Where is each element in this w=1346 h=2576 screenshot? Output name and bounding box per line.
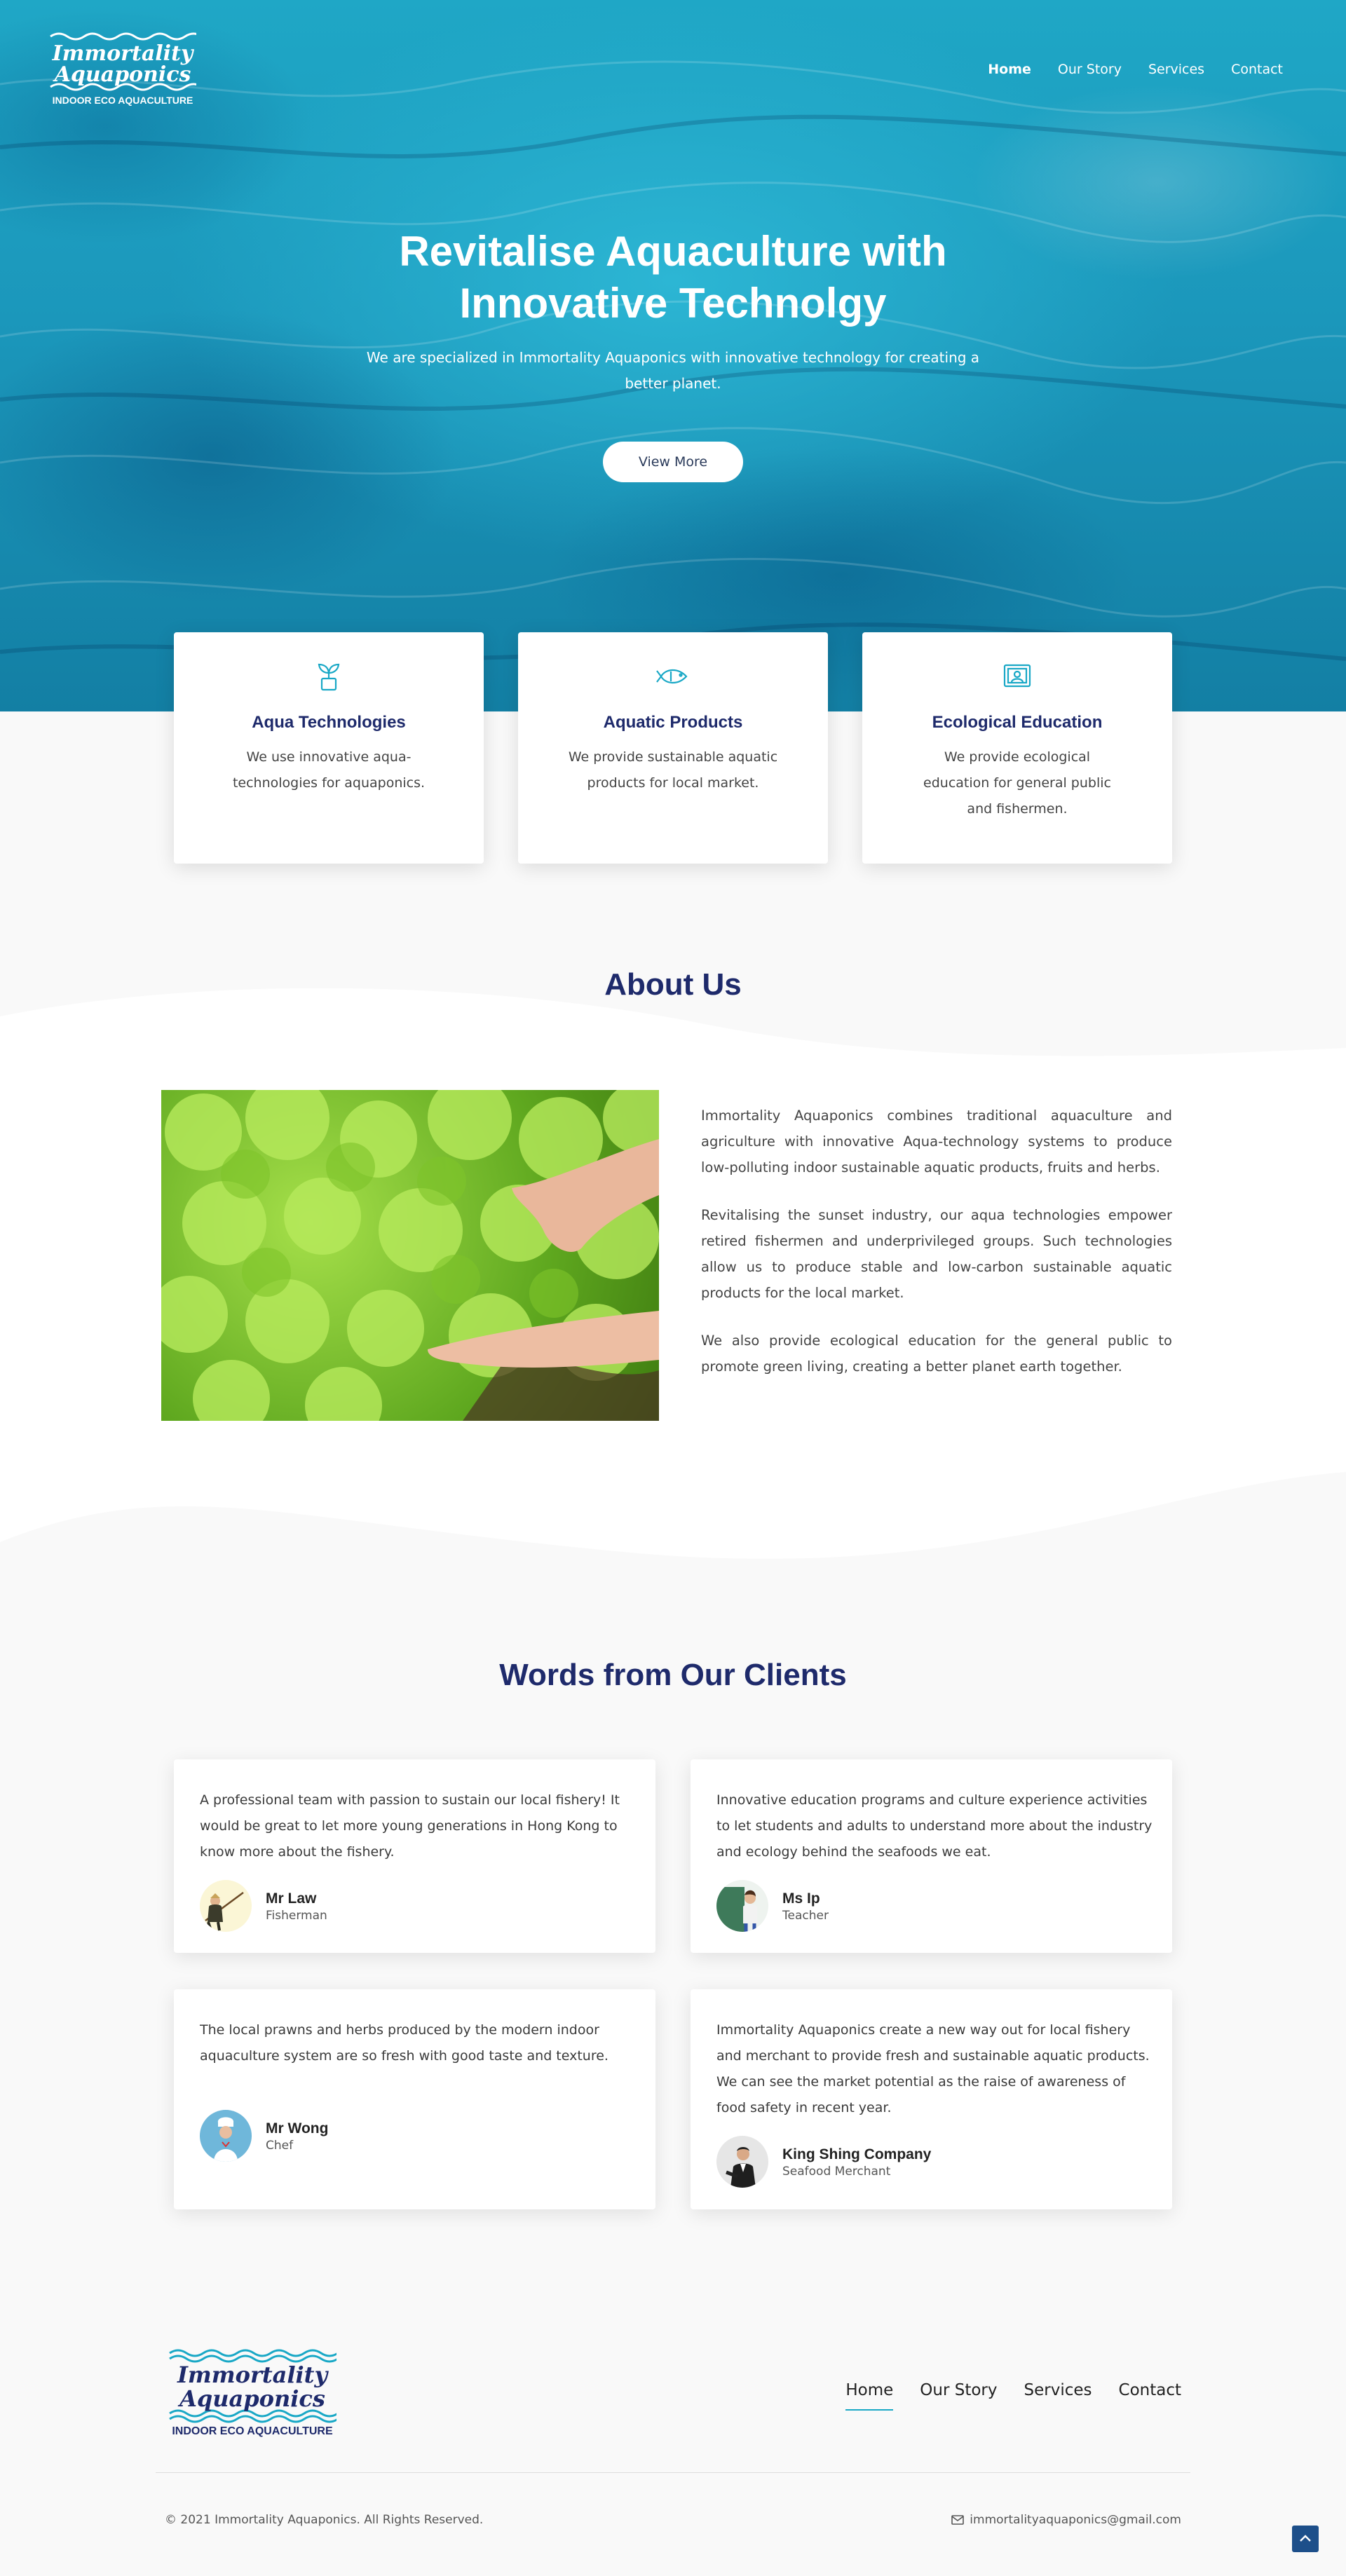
plant-pot-icon [318, 663, 340, 691]
about-paragraph: Revitalising the sunset industry, our aq… [701, 1207, 1172, 1301]
testimonial-name: Mr Law [266, 1890, 317, 1907]
footer-logo-line1: Immortality [177, 2362, 329, 2388]
testimonial-quote: A professional team with passion to sust… [200, 1792, 620, 1860]
avatar [200, 2110, 252, 2162]
nav-contact[interactable]: Contact [1231, 62, 1283, 77]
testimonial-role: Fisherman [266, 1909, 327, 1923]
feature-card-aqua-technologies: Aqua Technologies We use innovative aqua… [174, 632, 484, 864]
feature-title: Ecological Education [932, 713, 1103, 732]
scroll-to-top-button[interactable] [1292, 2526, 1319, 2552]
feature-text: We provide ecological education for gene… [923, 749, 1111, 817]
hero-subtitle-line1: We are specialized in Immortality Aquapo… [366, 349, 980, 366]
hero-subtitle-line2: better planet. [625, 375, 721, 392]
testimonial-card: A professional team with passion to sust… [174, 1759, 655, 1953]
about-title: About Us [604, 967, 742, 1002]
clients-title: Words from Our Clients [499, 1658, 847, 1692]
footer-logo-line2: Aquaponics [177, 2385, 325, 2412]
footer-divider [156, 2472, 1190, 2473]
hero-section: Immortality Aquaponics INDOOR ECO AQUACU… [0, 0, 1346, 711]
footer-logo[interactable]: Immortality Aquaponics INDOOR ECO AQUACU… [168, 2345, 336, 2439]
feature-text: We provide sustainable aquatic products … [568, 749, 778, 791]
logo-tagline: INDOOR ECO AQUACULTURE [53, 95, 193, 106]
main-nav: Home Our Story Services Contact [988, 62, 1283, 77]
testimonial-role: Chef [266, 2139, 294, 2153]
presentation-icon [1003, 664, 1031, 688]
email-icon [951, 2515, 965, 2525]
testimonial-name: King Shing Company [782, 2146, 932, 2162]
testimonial-quote: Innovative education programs and cultur… [716, 1792, 1153, 1860]
testimonial-card: Innovative education programs and cultur… [691, 1759, 1172, 1953]
about-text: Immortality Aquaponics combines traditio… [701, 1103, 1172, 1401]
feature-text: We use innovative aqua-technologies for … [232, 749, 426, 791]
feature-title: Aqua Technologies [252, 713, 406, 732]
footer-nav-services[interactable]: Services [1024, 2381, 1092, 2399]
nav-our-story[interactable]: Our Story [1058, 62, 1122, 77]
footer-nav-our-story[interactable]: Our Story [920, 2381, 997, 2399]
testimonial-quote: Immortality Aquaponics create a new way … [716, 2022, 1150, 2115]
testimonial-card: Immortality Aquaponics create a new way … [691, 1989, 1172, 2209]
feature-title: Aquatic Products [603, 713, 743, 732]
avatar [716, 1880, 768, 1932]
nav-home[interactable]: Home [988, 62, 1031, 77]
footer-logo-tagline: INDOOR ECO AQUACULTURE [172, 2425, 333, 2437]
nav-services[interactable]: Services [1148, 62, 1204, 77]
testimonial-role: Seafood Merchant [782, 2165, 891, 2179]
about-paragraph: Immortality Aquaponics combines traditio… [701, 1108, 1172, 1175]
copyright-text: © 2021 Immortality Aquaponics. All Right… [165, 2513, 484, 2527]
logo-line2: Aquaponics [53, 62, 191, 87]
about-paragraph: We also provide ecological education for… [701, 1333, 1172, 1375]
lettuce-hands-image [161, 1090, 659, 1421]
testimonial-role: Teacher [782, 1909, 829, 1923]
testimonial-quote: The local prawns and herbs produced by t… [200, 2022, 609, 2064]
view-more-button[interactable]: View More [603, 442, 743, 482]
testimonial-card: The local prawns and herbs produced by t… [174, 1989, 655, 2209]
logo[interactable]: Immortality Aquaponics INDOOR ECO AQUACU… [49, 28, 196, 112]
hero-subtitle: We are specialized in Immortality Aquapo… [358, 345, 988, 397]
footer-email[interactable]: immortalityaquaponics@gmail.com [951, 2513, 1181, 2527]
chevron-up-icon [1300, 2535, 1311, 2542]
footer-nav-contact[interactable]: Contact [1119, 2381, 1181, 2399]
testimonial-name: Mr Wong [266, 2120, 329, 2137]
avatar [200, 1880, 252, 1932]
footer-nav: Home Our Story Services Contact [845, 2381, 1181, 2411]
hero-title: Revitalise Aquaculture with Innovative T… [0, 226, 1346, 329]
hero-title-line2: Innovative Technolgy [459, 280, 887, 327]
avatar [716, 2136, 768, 2188]
feature-card-aquatic-products: Aquatic Products We provide sustainable … [518, 632, 828, 864]
feature-card-ecological-education: Ecological Education We provide ecologic… [862, 632, 1172, 864]
footer-nav-home[interactable]: Home [845, 2381, 893, 2411]
hero-title-line1: Revitalise Aquaculture with [399, 228, 947, 275]
testimonial-name: Ms Ip [782, 1890, 820, 1907]
email-address[interactable]: immortalityaquaponics@gmail.com [970, 2513, 1181, 2527]
fish-icon [656, 669, 688, 684]
